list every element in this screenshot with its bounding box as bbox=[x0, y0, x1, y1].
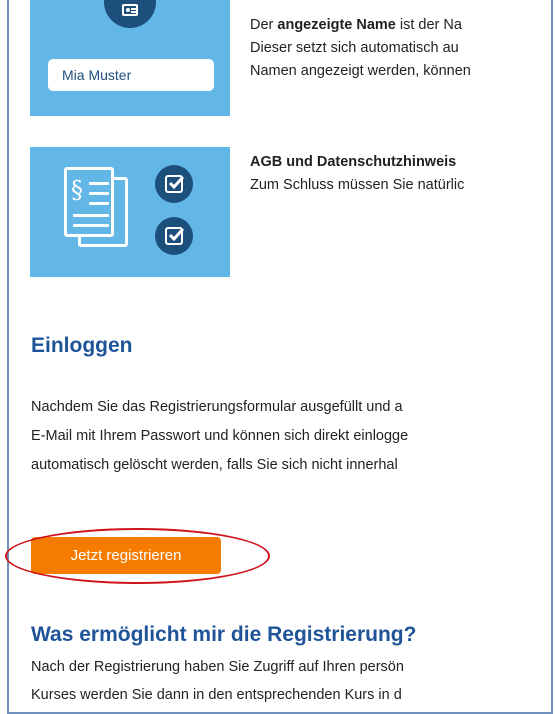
login-text-line2: E-Mail mit Ihrem Passwort und können sic… bbox=[31, 428, 409, 444]
display-name-illustration: Mia Muster bbox=[30, 0, 230, 116]
name-text-line1: Der angezeigte Name ist der Na bbox=[250, 17, 462, 33]
login-text-line3: automatisch gelöscht werden, falls Sie s… bbox=[31, 457, 398, 473]
terms-illustration: § bbox=[30, 147, 230, 277]
benefits-text-line2: Kurses werden Sie dann in den entspreche… bbox=[31, 687, 402, 703]
login-text-line1: Nachdem Sie das Registrierungsformular a… bbox=[31, 399, 403, 415]
name-text-line3: Namen angezeigt werden, können bbox=[250, 63, 471, 79]
highlight-ring bbox=[5, 528, 270, 584]
frame-left-border bbox=[7, 0, 9, 714]
checkbox-icon bbox=[155, 165, 193, 203]
login-heading: Einloggen bbox=[31, 334, 133, 357]
terms-text-line2: Zum Schluss müssen Sie natürlic bbox=[250, 177, 465, 193]
benefits-text-line1: Nach der Registrierung haben Sie Zugriff… bbox=[31, 659, 404, 675]
checkbox-icon bbox=[155, 217, 193, 255]
id-card-icon bbox=[104, 0, 156, 28]
name-text-line2: Dieser setzt sich automatisch au bbox=[250, 40, 459, 56]
name-field-example: Mia Muster bbox=[48, 59, 214, 91]
terms-title: AGB und Datenschutzhinweis bbox=[250, 154, 457, 170]
frame-right-border bbox=[551, 0, 553, 714]
benefits-heading: Was ermöglicht mir die Registrierung? bbox=[31, 623, 417, 646]
document-icon: § bbox=[50, 167, 140, 267]
